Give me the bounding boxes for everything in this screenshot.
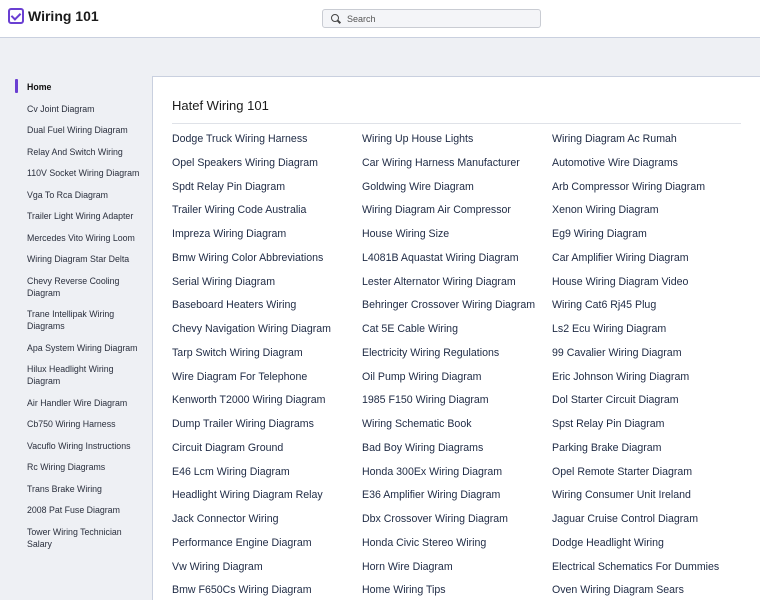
sidebar-item-home[interactable]: Home — [15, 79, 145, 93]
article-link[interactable]: Electrical Schematics For Dummies — [552, 556, 757, 580]
main-content: Hatef Wiring 101 Dodge Truck Wiring Harn… — [152, 76, 760, 600]
article-link[interactable]: Serial Wiring Diagram — [172, 271, 362, 295]
article-link[interactable]: Wiring Cat6 Rj45 Plug — [552, 294, 757, 318]
article-link[interactable]: Chevy Navigation Wiring Diagram — [172, 318, 362, 342]
site-logo[interactable]: Wiring 101 — [8, 8, 99, 24]
article-link[interactable]: L4081B Aquastat Wiring Diagram — [362, 247, 552, 271]
article-link[interactable]: Cat 5E Cable Wiring — [362, 318, 552, 342]
article-link[interactable]: Honda Civic Stereo Wiring — [362, 532, 552, 556]
article-link[interactable]: Jaguar Cruise Control Diagram — [552, 508, 757, 532]
site-title: Wiring 101 — [28, 8, 99, 24]
top-bar: Wiring 101 — [0, 0, 760, 38]
sidebar-item[interactable]: Wiring Diagram Star Delta — [15, 253, 145, 265]
article-link[interactable]: Wiring Up House Lights — [362, 128, 552, 152]
article-link[interactable]: Horn Wire Diagram — [362, 556, 552, 580]
article-link[interactable]: Car Amplifier Wiring Diagram — [552, 247, 757, 271]
article-link[interactable]: Electricity Wiring Regulations — [362, 342, 552, 366]
article-link[interactable]: House Wiring Size — [362, 223, 552, 247]
sidebar-nav: Home Cv Joint Diagram Dual Fuel Wiring Dia… — [15, 79, 145, 559]
article-link[interactable]: Eg9 Wiring Diagram — [552, 223, 757, 247]
article-link[interactable]: Dodge Truck Wiring Harness — [172, 128, 362, 152]
article-link[interactable]: Wiring Schematic Book — [362, 413, 552, 437]
article-link[interactable]: Headlight Wiring Diagram Relay — [172, 484, 362, 508]
sidebar-item[interactable]: Tower Wiring Technician Salary — [15, 526, 145, 550]
sidebar-item[interactable]: Hilux Headlight Wiring Diagram — [15, 363, 145, 387]
sidebar-item[interactable]: Cv Joint Diagram — [15, 103, 145, 115]
article-link[interactable]: Wiring Diagram Air Compressor — [362, 199, 552, 223]
sidebar-item[interactable]: Rc Wiring Diagrams — [15, 461, 145, 473]
article-link[interactable]: Bmw F650Cs Wiring Diagram — [172, 579, 362, 600]
article-link[interactable]: Arb Compressor Wiring Diagram — [552, 176, 757, 200]
article-link[interactable]: Bad Boy Wiring Diagrams — [362, 437, 552, 461]
article-link[interactable]: House Wiring Diagram Video — [552, 271, 757, 295]
link-grid: Dodge Truck Wiring Harness Wiring Up Hous… — [172, 128, 757, 600]
article-link[interactable]: Oven Wiring Diagram Sears — [552, 579, 757, 600]
article-link[interactable]: Behringer Crossover Wiring Diagram — [362, 294, 552, 318]
divider — [172, 123, 741, 124]
sidebar-item[interactable]: Vga To Rca Diagram — [15, 189, 145, 201]
article-link[interactable]: Trailer Wiring Code Australia — [172, 199, 362, 223]
article-link[interactable]: Oil Pump Wiring Diagram — [362, 366, 552, 390]
article-link[interactable]: Opel Speakers Wiring Diagram — [172, 152, 362, 176]
sidebar-item[interactable]: 2008 Pat Fuse Diagram — [15, 504, 145, 516]
sidebar-item[interactable]: Mercedes Vito Wiring Loom — [15, 232, 145, 244]
article-link[interactable]: Dol Starter Circuit Diagram — [552, 389, 757, 413]
article-link[interactable]: Tarp Switch Wiring Diagram — [172, 342, 362, 366]
article-link[interactable]: Circuit Diagram Ground — [172, 437, 362, 461]
article-link[interactable]: Wire Diagram For Telephone — [172, 366, 362, 390]
article-link[interactable]: Dbx Crossover Wiring Diagram — [362, 508, 552, 532]
sidebar-item[interactable]: Trailer Light Wiring Adapter — [15, 210, 145, 222]
sidebar-item[interactable]: Vacuflo Wiring Instructions — [15, 440, 145, 452]
article-link[interactable]: Spst Relay Pin Diagram — [552, 413, 757, 437]
sidebar-item[interactable]: Trans Brake Wiring — [15, 483, 145, 495]
article-link[interactable]: E46 Lcm Wiring Diagram — [172, 461, 362, 485]
sidebar-item[interactable]: Relay And Switch Wiring — [15, 146, 145, 158]
article-link[interactable]: Vw Wiring Diagram — [172, 556, 362, 580]
article-link[interactable]: Home Wiring Tips — [362, 579, 552, 600]
article-link[interactable]: Performance Engine Diagram — [172, 532, 362, 556]
article-link[interactable]: E36 Amplifier Wiring Diagram — [362, 484, 552, 508]
article-link[interactable]: Parking Brake Diagram — [552, 437, 757, 461]
checkbox-icon — [8, 8, 24, 24]
article-link[interactable]: Honda 300Ex Wiring Diagram — [362, 461, 552, 485]
article-link[interactable]: Dump Trailer Wiring Diagrams — [172, 413, 362, 437]
sidebar-item[interactable]: Dual Fuel Wiring Diagram — [15, 124, 145, 136]
article-link[interactable]: Wiring Consumer Unit Ireland — [552, 484, 757, 508]
sidebar-item[interactable]: Cb750 Wiring Harness — [15, 418, 145, 430]
search-box[interactable] — [322, 9, 541, 28]
sidebar-item[interactable]: Apa System Wiring Diagram — [15, 342, 145, 354]
article-link[interactable]: Bmw Wiring Color Abbreviations — [172, 247, 362, 271]
article-link[interactable]: Car Wiring Harness Manufacturer — [362, 152, 552, 176]
article-link[interactable]: 99 Cavalier Wiring Diagram — [552, 342, 757, 366]
page-title: Hatef Wiring 101 — [172, 98, 269, 113]
article-link[interactable]: Kenworth T2000 Wiring Diagram — [172, 389, 362, 413]
article-link[interactable]: Xenon Wiring Diagram — [552, 199, 757, 223]
article-link[interactable]: Ls2 Ecu Wiring Diagram — [552, 318, 757, 342]
article-link[interactable]: 1985 F150 Wiring Diagram — [362, 389, 552, 413]
sidebar-item[interactable]: Trane Intellipak Wiring Diagrams — [15, 308, 145, 332]
article-link[interactable]: Automotive Wire Diagrams — [552, 152, 757, 176]
article-link[interactable]: Opel Remote Starter Diagram — [552, 461, 757, 485]
article-link[interactable]: Dodge Headlight Wiring — [552, 532, 757, 556]
article-link[interactable]: Baseboard Heaters Wiring — [172, 294, 362, 318]
article-link[interactable]: Lester Alternator Wiring Diagram — [362, 271, 552, 295]
sidebar-item[interactable]: Air Handler Wire Diagram — [15, 397, 145, 409]
article-link[interactable]: Impreza Wiring Diagram — [172, 223, 362, 247]
search-icon — [331, 13, 341, 24]
sidebar-item[interactable]: 110V Socket Wiring Diagram — [15, 167, 145, 179]
article-link[interactable]: Goldwing Wire Diagram — [362, 176, 552, 200]
search-input[interactable] — [347, 13, 527, 24]
article-link[interactable]: Eric Johnson Wiring Diagram — [552, 366, 757, 390]
article-link[interactable]: Jack Connector Wiring — [172, 508, 362, 532]
sidebar-item[interactable]: Chevy Reverse Cooling Diagram — [15, 275, 145, 299]
article-link[interactable]: Spdt Relay Pin Diagram — [172, 176, 362, 200]
article-link[interactable]: Wiring Diagram Ac Rumah — [552, 128, 757, 152]
